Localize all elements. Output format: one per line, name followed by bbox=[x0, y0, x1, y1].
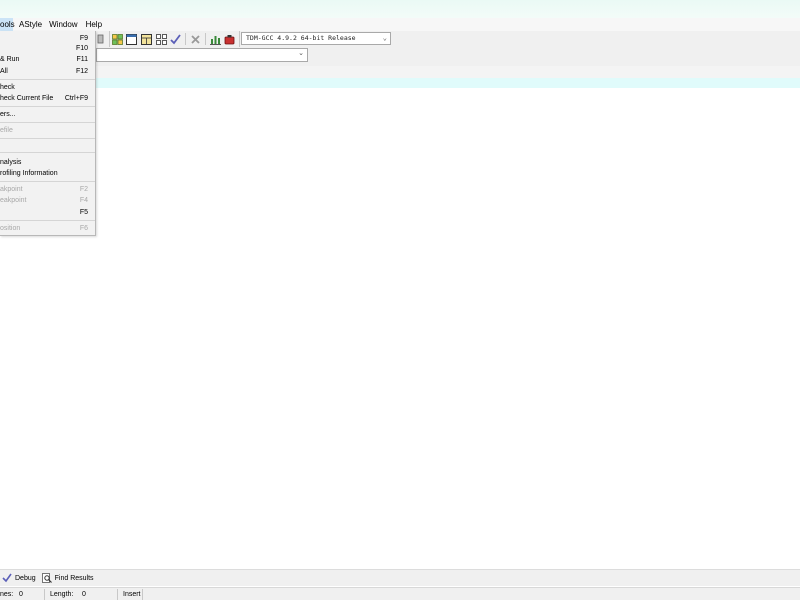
menu-item-run[interactable]: F10 bbox=[0, 43, 95, 54]
execute-menu: F9 F10 & Run F11 All F12 heck heck Curre… bbox=[0, 31, 96, 236]
tab-find-results-label: Find Results bbox=[54, 574, 94, 582]
bottom-panel-tabs: Debug Find Results bbox=[0, 569, 800, 586]
tab-debug[interactable]: Debug bbox=[2, 571, 36, 586]
chevron-down-icon: ⌄ bbox=[298, 50, 304, 57]
menu-bar: ools AStyle Window Help bbox=[0, 18, 800, 31]
menu-item-toggle-breakpoint: akpoint F2 bbox=[0, 186, 88, 193]
tiles-icon[interactable] bbox=[155, 33, 168, 46]
menu-item-delete-profiling[interactable]: rofiling Information bbox=[0, 168, 95, 179]
menu-separator bbox=[0, 152, 95, 153]
menu-item-syntax-check[interactable]: heck bbox=[0, 82, 95, 93]
status-lines-value: 0 bbox=[19, 591, 23, 598]
toolbar-compile-group bbox=[109, 31, 237, 47]
menu-separator bbox=[0, 106, 95, 107]
menu-item-parameters[interactable]: ers... bbox=[0, 109, 95, 120]
menu-separator bbox=[0, 79, 95, 80]
toolbar-fragment bbox=[96, 31, 106, 47]
menu-item-goto-position: osition F6 bbox=[0, 225, 88, 232]
status-lines-label: nes: bbox=[0, 591, 14, 598]
menu-item-clean-makefile: efile bbox=[0, 127, 13, 134]
status-divider bbox=[142, 589, 143, 600]
menu-window[interactable]: Window bbox=[49, 18, 77, 31]
status-divider bbox=[44, 589, 45, 600]
tab-debug-label: Debug bbox=[15, 574, 36, 582]
current-line-highlight bbox=[96, 78, 800, 88]
chart-icon[interactable] bbox=[209, 33, 222, 46]
status-bar: nes: 0 Length: 0 Insert bbox=[0, 587, 800, 600]
menu-item-syntax-check-current[interactable]: heck Current File Ctrl+F9 bbox=[0, 93, 95, 104]
menu-item-compile-run[interactable]: & Run F11 bbox=[0, 54, 95, 65]
editor-area[interactable] bbox=[96, 88, 800, 569]
check-icon[interactable] bbox=[170, 33, 183, 46]
function-select[interactable]: ⌄ bbox=[96, 48, 308, 62]
table-icon[interactable] bbox=[140, 33, 153, 46]
toolbar-separator bbox=[185, 33, 187, 45]
menu-separator bbox=[0, 181, 95, 182]
menu-help[interactable]: Help bbox=[86, 18, 102, 31]
undo-icon[interactable] bbox=[97, 33, 105, 46]
compiler-select[interactable]: TDM-GCC 4.9.2 64-bit Release ⌄ bbox=[241, 32, 391, 45]
status-length-value: 0 bbox=[82, 591, 86, 598]
menu-tools[interactable]: ools bbox=[0, 18, 15, 31]
menu-separator bbox=[0, 220, 95, 221]
tab-find-results[interactable]: Find Results bbox=[41, 571, 94, 586]
window-icon[interactable] bbox=[126, 33, 139, 46]
status-length-label: Length: bbox=[50, 591, 74, 598]
compiler-select-value: TDM-GCC 4.9.2 64-bit Release bbox=[246, 34, 356, 42]
chevron-down-icon: ⌄ bbox=[382, 34, 387, 42]
menu-item-debug[interactable]: F5 bbox=[0, 207, 95, 218]
menu-item-profile-analysis[interactable]: nalysis bbox=[0, 157, 95, 168]
menu-separator bbox=[0, 138, 95, 139]
grid-view-icon[interactable] bbox=[111, 33, 124, 46]
menu-astyle[interactable]: AStyle bbox=[19, 18, 42, 31]
editor-tab-strip bbox=[96, 66, 800, 78]
status-insert-mode: Insert bbox=[123, 591, 141, 598]
debug-bug-icon[interactable] bbox=[223, 33, 236, 46]
menu-item-rebuild-all[interactable]: All F12 bbox=[0, 66, 95, 77]
find-icon bbox=[41, 573, 52, 583]
status-divider bbox=[117, 589, 118, 600]
menu-separator bbox=[0, 122, 95, 123]
toolbar-separator bbox=[204, 33, 206, 45]
title-bar bbox=[0, 0, 800, 18]
delete-icon[interactable] bbox=[189, 33, 202, 46]
check-icon bbox=[2, 573, 12, 583]
menu-item-next-breakpoint: eakpoint F4 bbox=[0, 197, 88, 204]
